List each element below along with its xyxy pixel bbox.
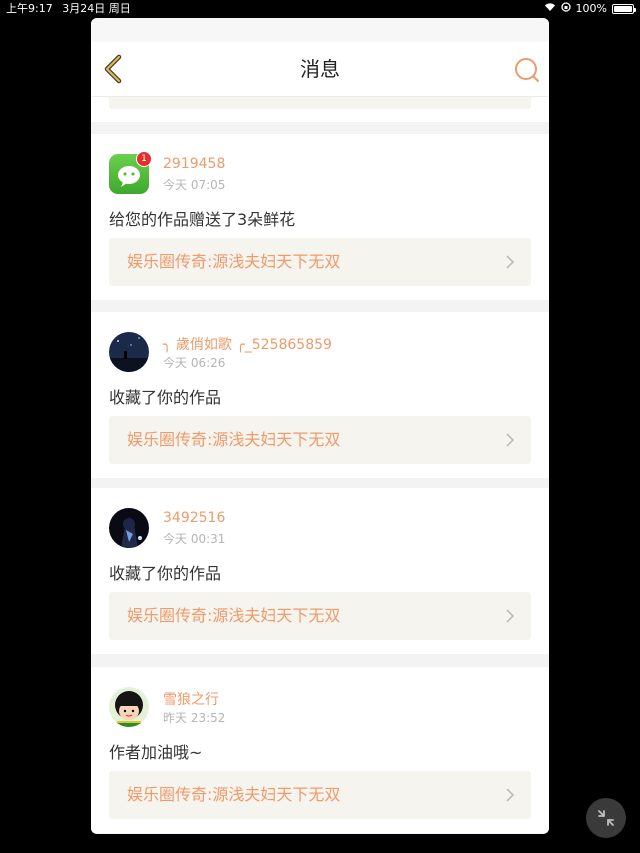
chevron-right-icon <box>506 255 515 269</box>
collapse-arrows-icon <box>598 810 614 826</box>
message-text: 给您的作品赠送了3朵鲜花 <box>109 210 296 229</box>
work-link[interactable]: 娱乐圈传奇:源浅夫妇天下无双 <box>109 771 531 819</box>
list-item-partial <box>91 97 549 122</box>
message-card: 3492516 今天 00:31 收藏了你的作品 娱乐圈传奇:源浅夫妇天下无双 <box>91 488 549 654</box>
chevron-right-icon <box>506 609 515 623</box>
message-text: 作者加油哦~ <box>109 743 203 762</box>
status-bar: 上午9:17 3月24日 周日 100% <box>0 0 640 18</box>
message-time: 今天 00:31 <box>163 532 226 546</box>
battery-percent: 100% <box>575 2 607 15</box>
work-link[interactable]: 娱乐圈传奇:源浅夫妇天下无双 <box>109 238 531 286</box>
work-title: 娱乐圈传奇:源浅夫妇天下无双 <box>127 252 341 271</box>
search-icon[interactable] <box>513 56 541 84</box>
username-link[interactable]: 3492516 <box>163 510 225 526</box>
status-time: 上午9:17 <box>6 2 53 15</box>
page-title: 消息 <box>300 57 340 81</box>
orientation-lock-icon <box>560 0 571 18</box>
night-scene-avatar[interactable] <box>109 332 149 372</box>
battery-icon <box>612 4 636 14</box>
work-link[interactable]: 娱乐圈传奇:源浅夫妇天下无双 <box>109 416 531 464</box>
work-title: 娱乐圈传奇:源浅夫妇天下无双 <box>127 430 341 449</box>
chevron-right-icon <box>506 788 515 802</box>
status-date: 3月24日 周日 <box>62 2 131 15</box>
anime-avatar[interactable] <box>109 508 149 548</box>
message-time: 今天 07:05 <box>163 178 226 192</box>
cartoon-girl-avatar[interactable] <box>109 687 149 727</box>
wifi-icon <box>544 0 556 18</box>
work-link[interactable]: 娱乐圈传奇:源浅夫妇天下无双 <box>109 592 531 640</box>
message-text: 收藏了你的作品 <box>109 564 222 583</box>
wechat-app-icon[interactable]: 1 <box>109 151 152 194</box>
message-time: 今天 06:26 <box>163 356 226 370</box>
message-text: 收藏了你的作品 <box>109 388 222 407</box>
work-title: 娱乐圈传奇:源浅夫妇天下无双 <box>127 785 341 804</box>
username-link[interactable]: 雪狼之行 <box>163 689 219 709</box>
notification-badge: 1 <box>136 151 152 167</box>
chevron-right-icon <box>506 433 515 447</box>
message-card: 雪狼之行 昨天 23:52 作者加油哦~ 娱乐圈传奇:源浅夫妇天下无双 <box>91 667 549 833</box>
collapse-button[interactable] <box>586 798 626 838</box>
message-time: 昨天 23:52 <box>163 711 226 725</box>
work-title: 娱乐圈传奇:源浅夫妇天下无双 <box>127 606 341 625</box>
message-list[interactable]: 1 2919458 今天 07:05 给您的作品赠送了3朵鲜花 娱乐圈传奇:源浅… <box>91 97 549 834</box>
messages-sheet: 消息 1 2919458 今天 07:05 给您的作品赠送了3朵鲜花 娱乐圈传奇… <box>91 18 549 834</box>
username-link[interactable]: ╮ 歲俏如歌 ╭_525865859 <box>163 334 332 354</box>
message-card: ╮ 歲俏如歌 ╭_525865859 今天 06:26 收藏了你的作品 娱乐圈传… <box>91 312 549 478</box>
nav-header: 消息 <box>91 42 549 97</box>
username-link[interactable]: 2919458 <box>163 156 225 172</box>
message-card: 1 2919458 今天 07:05 给您的作品赠送了3朵鲜花 娱乐圈传奇:源浅… <box>91 134 549 300</box>
